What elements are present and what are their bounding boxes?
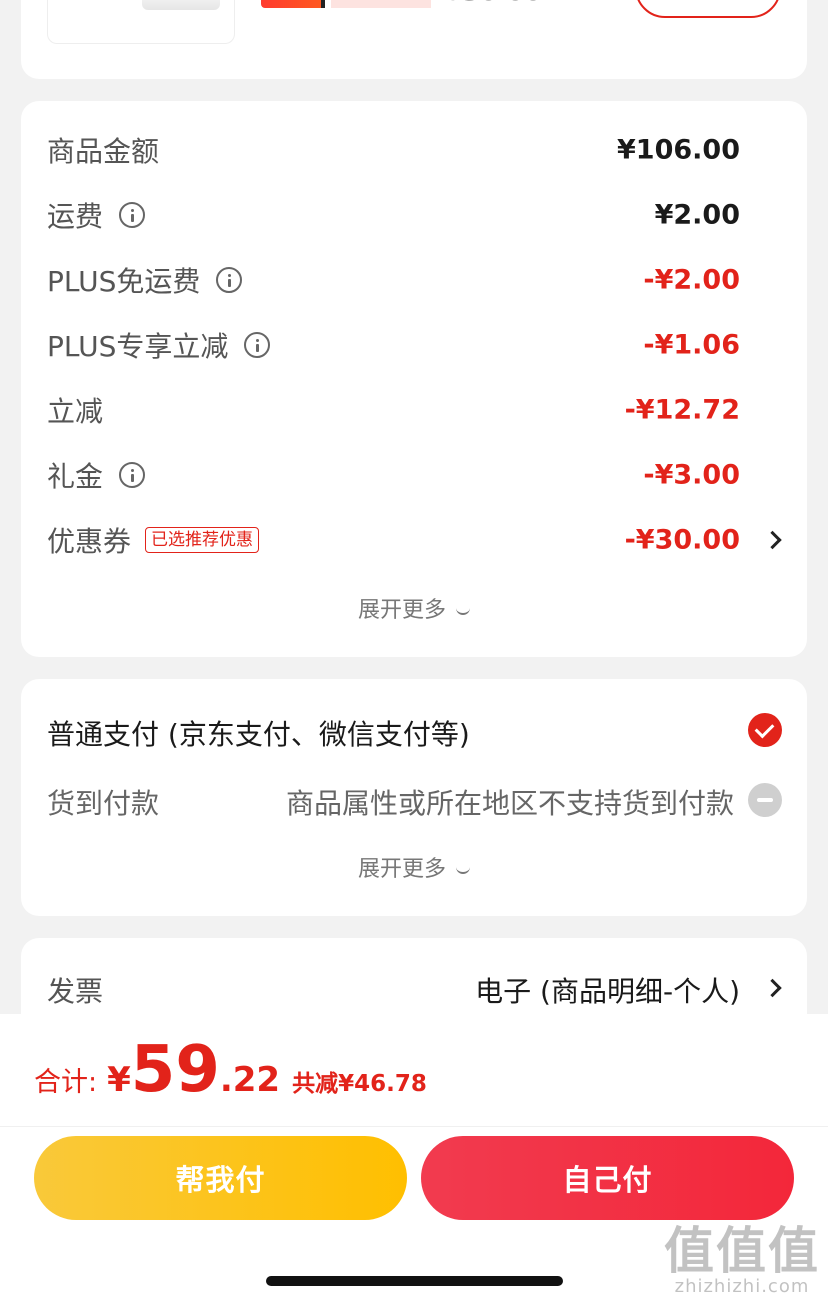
total-saving: 共减¥46.78 xyxy=(292,1071,427,1097)
expand-more-label: 展开更多 xyxy=(357,598,446,623)
plus-free-shipping-value: -¥2.00 xyxy=(643,264,740,295)
cash-on-delivery-note: 商品属性或所在地区不支持货到付款 xyxy=(285,787,734,820)
cash-on-delivery-label: 货到付款 xyxy=(47,787,160,820)
promo-price: ¥19.90 xyxy=(331,0,431,8)
expand-more-button[interactable]: 展开更多 xyxy=(21,592,807,624)
info-icon[interactable] xyxy=(216,266,243,293)
product-card: ¥19.90 ¥30.00 xyxy=(21,0,807,79)
pay-myself-button[interactable]: 自己付 xyxy=(421,1136,794,1220)
chevron-right-icon[interactable] xyxy=(763,530,782,549)
buy-together-button[interactable] xyxy=(635,0,781,18)
payment-expand-more-button[interactable]: 展开更多 xyxy=(21,851,807,883)
plus-discount-label: PLUS专享立减 xyxy=(47,329,229,363)
product-image xyxy=(142,0,220,10)
total-integer: 59 xyxy=(130,1033,220,1107)
row-instant-discount: 立减 -¥12.72 xyxy=(21,377,807,442)
watermark-logo: 值值值 xyxy=(664,1222,820,1280)
coupon-recommended-badge: 已选推荐优惠 xyxy=(145,526,260,553)
chevron-down-icon xyxy=(456,608,470,615)
info-icon[interactable] xyxy=(119,201,146,228)
row-plus-discount: PLUS专享立减 -¥1.06 xyxy=(21,312,807,377)
info-icon[interactable] xyxy=(119,461,146,488)
shipping-value: ¥2.00 xyxy=(654,199,740,230)
instant-discount-value: -¥12.72 xyxy=(624,394,740,425)
plus-free-shipping-label: PLUS免运费 xyxy=(47,264,201,298)
total-label: 合计: xyxy=(34,1067,98,1098)
goods-amount-label: 商品金额 xyxy=(47,134,160,168)
promo-tag xyxy=(261,0,325,8)
payment-method-online[interactable]: 普通支付 (京东支付、微信支付等) xyxy=(47,713,470,753)
divider xyxy=(0,1126,828,1127)
row-shipping: 运费 ¥2.00 xyxy=(21,182,807,247)
goods-amount-value: ¥106.00 xyxy=(617,134,740,165)
coupon-value: -¥30.00 xyxy=(624,524,740,555)
chevron-down-icon xyxy=(456,867,470,874)
order-confirm-page: ¥19.90 ¥30.00 商品金额 ¥106.00 运费 ¥2.00 PLUS… xyxy=(0,0,828,1305)
checkout-bar: 合计: ¥ 59 .22 共减¥46.78 帮我付 自己付 值值值 zhizhi… xyxy=(0,1014,828,1305)
product-thumbnail[interactable] xyxy=(47,0,235,44)
check-icon[interactable] xyxy=(748,713,782,747)
shipping-label: 运费 xyxy=(47,199,104,233)
row-plus-free-shipping: PLUS免运费 -¥2.00 xyxy=(21,247,807,312)
row-coupon[interactable]: 优惠券 已选推荐优惠 -¥30.00 xyxy=(21,507,807,572)
original-price: ¥30.00 xyxy=(444,0,542,8)
watermark: 值值值 zhizhizhi.com xyxy=(664,1225,820,1297)
instant-discount-label: 立减 xyxy=(47,394,104,428)
coupon-label: 优惠券 xyxy=(47,524,132,558)
plus-discount-value: -¥1.06 xyxy=(643,329,740,360)
expand-more-label: 展开更多 xyxy=(357,857,446,882)
help-me-pay-button[interactable]: 帮我付 xyxy=(34,1136,407,1220)
price-summary-card: 商品金额 ¥106.00 运费 ¥2.00 PLUS免运费 -¥2.00 PLU… xyxy=(21,101,807,657)
chevron-right-icon[interactable] xyxy=(763,978,782,998)
promo-tag-edge xyxy=(321,0,325,8)
row-goods-amount: 商品金额 ¥106.00 xyxy=(21,117,807,182)
gift-money-value: -¥3.00 xyxy=(643,459,740,490)
info-icon[interactable] xyxy=(244,331,271,358)
gift-money-label: 礼金 xyxy=(47,459,104,493)
total-decimal: .22 xyxy=(219,1060,281,1100)
payment-method-card: 普通支付 (京东支付、微信支付等) 货到付款 商品属性或所在地区不支持货到付款 … xyxy=(21,679,807,916)
home-indicator[interactable] xyxy=(266,1276,563,1286)
row-gift-money: 礼金 -¥3.00 xyxy=(21,442,807,507)
invoice-label: 发票 xyxy=(47,975,104,1008)
watermark-url: zhizhizhi.com xyxy=(674,1276,810,1297)
total-currency: ¥ xyxy=(107,1060,131,1100)
invoice-value: 电子 (商品明细-个人) xyxy=(475,975,740,1008)
disabled-minus-icon xyxy=(748,783,782,817)
order-total: 合计: ¥ 59 .22 共减¥46.78 xyxy=(34,1038,427,1108)
